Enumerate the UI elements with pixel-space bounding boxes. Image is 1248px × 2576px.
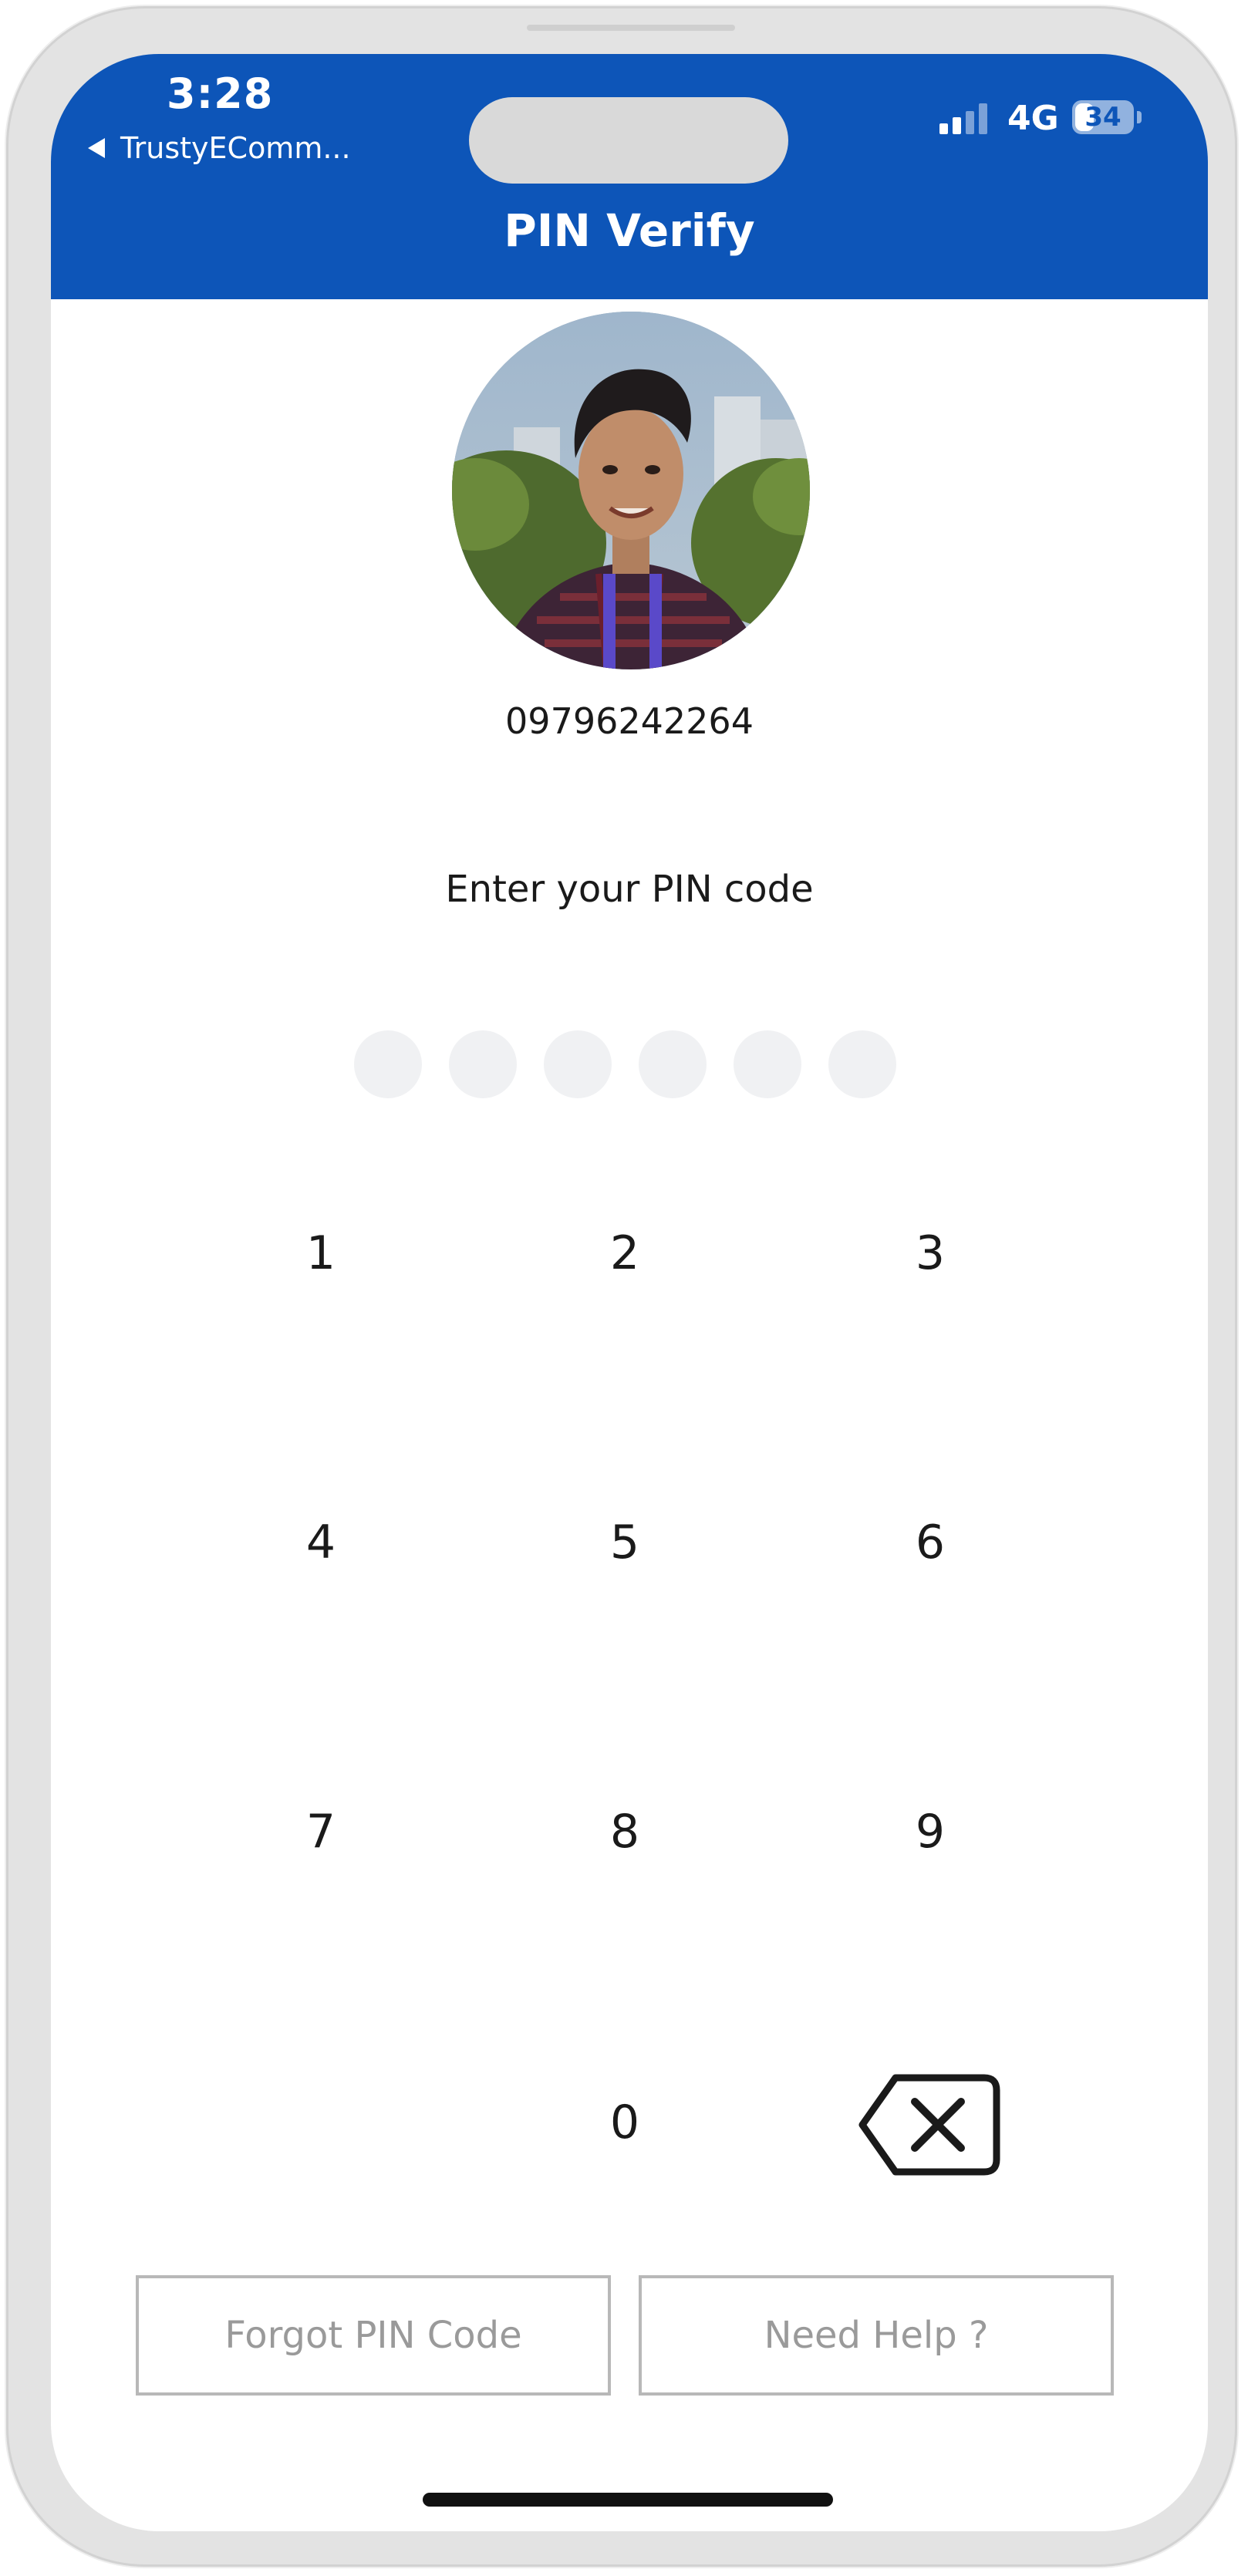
keypad-key-4[interactable]: 4	[205, 1458, 437, 1627]
battery-icon: 34	[1072, 100, 1134, 134]
backspace-icon	[858, 2074, 1000, 2176]
keypad-key-7[interactable]: 7	[205, 1747, 437, 1917]
keypad-key-9[interactable]: 9	[815, 1747, 1046, 1917]
pin-dot	[639, 1030, 707, 1098]
status-time: 3:28	[167, 69, 274, 118]
pin-dot	[828, 1030, 896, 1098]
keypad-key-0[interactable]: 0	[509, 2038, 740, 2207]
backspace-button[interactable]	[853, 2067, 1007, 2183]
battery-tip	[1137, 111, 1142, 123]
back-triangle-icon	[88, 138, 105, 158]
profile-photo	[452, 312, 810, 669]
battery-level: 34	[1084, 102, 1122, 133]
home-indicator	[423, 2493, 833, 2507]
device-frame: 3:28 TrustyEComm... 4G 34 PIN Verify 097…	[6, 6, 1237, 2567]
speaker-slot	[527, 25, 735, 31]
pin-dot	[354, 1030, 422, 1098]
dynamic-island	[469, 97, 788, 184]
back-app-label: TrustyEComm...	[120, 131, 351, 165]
back-to-app-link[interactable]: TrustyEComm...	[88, 131, 351, 165]
pin-indicator	[354, 1030, 896, 1098]
pin-dot	[449, 1030, 517, 1098]
phone-number: 09796242264	[505, 700, 754, 742]
network-type: 4G	[1007, 99, 1059, 138]
keypad-key-2[interactable]: 2	[509, 1168, 740, 1338]
pin-dot	[544, 1030, 612, 1098]
need-help-button[interactable]: Need Help ?	[639, 2275, 1114, 2396]
pin-prompt: Enter your PIN code	[445, 868, 814, 911]
keypad-key-1[interactable]: 1	[205, 1168, 437, 1338]
page-title: PIN Verify	[504, 204, 755, 257]
keypad-key-6[interactable]: 6	[815, 1458, 1046, 1627]
pin-dot	[734, 1030, 801, 1098]
keypad-key-5[interactable]: 5	[509, 1458, 740, 1627]
app-screen: 3:28 TrustyEComm... 4G 34 PIN Verify 097…	[51, 54, 1208, 2531]
avatar	[452, 312, 810, 669]
forgot-pin-button[interactable]: Forgot PIN Code	[136, 2275, 611, 2396]
keypad-key-8[interactable]: 8	[509, 1747, 740, 1917]
app-header: 3:28 TrustyEComm... 4G 34 PIN Verify	[51, 54, 1208, 299]
cellular-signal-icon	[939, 103, 987, 134]
keypad-key-3[interactable]: 3	[815, 1168, 1046, 1338]
